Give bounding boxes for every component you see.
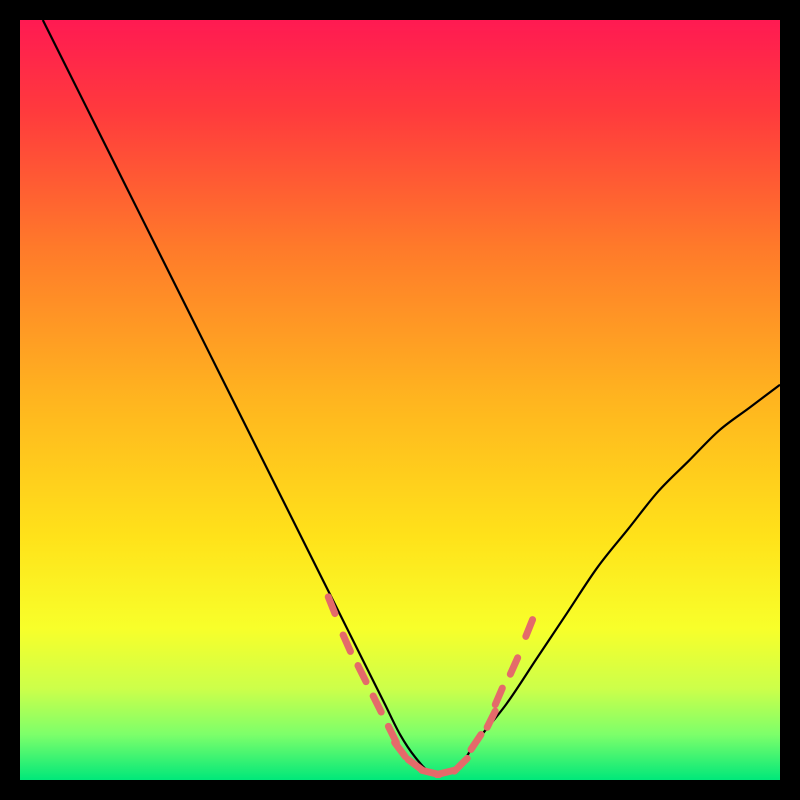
chart-frame: TheBottleneck.com [20,20,780,780]
bottleneck-chart [20,20,780,780]
gradient-background [20,20,780,780]
